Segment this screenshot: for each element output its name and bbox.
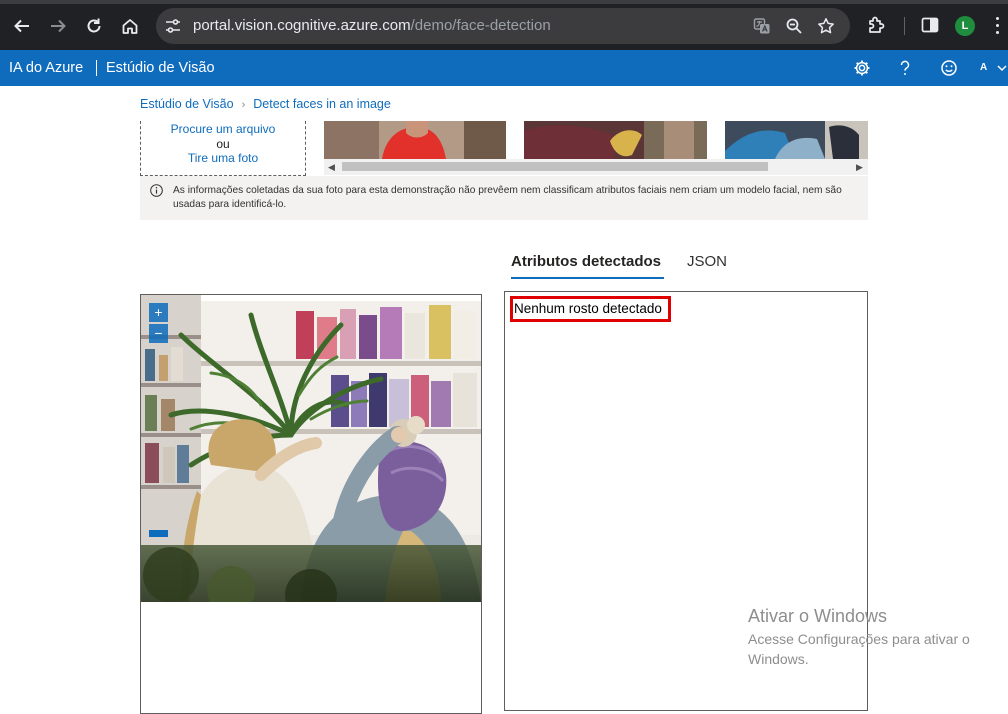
breadcrumb-item-detect-faces[interactable]: Detect faces in an image	[253, 97, 391, 111]
address-bar[interactable]: portal.vision.cognitive.azure.com/demo/f…	[156, 8, 850, 44]
forward-icon	[51, 19, 66, 33]
translate-icon[interactable]	[753, 17, 771, 35]
home-button[interactable]	[114, 10, 146, 42]
url-host: portal.vision.cognitive.azure.com	[193, 17, 411, 34]
smiley-icon[interactable]	[940, 59, 958, 77]
kebab-menu-icon[interactable]	[996, 17, 1000, 35]
zoom-in-button[interactable]: +	[149, 303, 168, 322]
reload-icon	[87, 18, 101, 33]
chevron-down-icon[interactable]	[996, 63, 1008, 73]
windows-activation-watermark: Ativar o Windows Acesse Configurações pa…	[748, 606, 993, 669]
privacy-notice-text: As informações coletadas da sua foto par…	[173, 185, 842, 210]
settings-icon[interactable]	[853, 59, 871, 77]
sample-image-3[interactable]	[725, 121, 868, 159]
product-name[interactable]: Estúdio de Visão	[106, 60, 215, 76]
browse-file-link[interactable]: Procure um arquivo	[141, 122, 305, 137]
side-panel-icon[interactable]	[920, 15, 940, 35]
site-settings-icon[interactable]	[164, 17, 182, 35]
extensions-icon[interactable]	[866, 15, 886, 35]
watermark-subtitle: Acesse Configurações para ativar o Windo…	[748, 631, 970, 667]
header-divider	[96, 60, 97, 76]
upload-or-label: ou	[216, 136, 230, 151]
scrollbar-thumb[interactable]	[342, 162, 768, 171]
active-tab-indicator	[511, 277, 664, 279]
zoom-slider-handle[interactable]	[149, 530, 168, 537]
url-text[interactable]: portal.vision.cognitive.azure.com/demo/f…	[193, 17, 551, 35]
sample-image-strip	[324, 121, 868, 159]
toolbar-separator	[904, 17, 905, 35]
reload-button[interactable]	[78, 10, 110, 42]
analyzed-photo	[141, 295, 481, 602]
scroll-left-icon[interactable]: ◀	[328, 162, 335, 172]
zoom-out-button[interactable]: −	[149, 324, 168, 343]
tab-strip-edge	[0, 0, 1008, 4]
bookmark-star-icon[interactable]	[817, 17, 835, 35]
app-header: IA do Azure Estúdio de Visão A	[0, 50, 1008, 86]
sample-strip-scrollbar[interactable]: ◀ ▶	[324, 159, 868, 175]
take-photo-link[interactable]: Tire uma foto	[141, 151, 305, 166]
back-icon	[14, 19, 29, 33]
tab-json[interactable]: JSON	[687, 253, 727, 271]
scroll-right-icon[interactable]: ▶	[856, 162, 863, 172]
url-path: /demo/face-detection	[410, 17, 551, 34]
profile-avatar[interactable]: L	[955, 16, 975, 36]
highlight-annotation-box	[510, 296, 671, 322]
back-button[interactable]	[6, 10, 38, 42]
breadcrumb-item-studio[interactable]: Estúdio de Visão	[140, 97, 234, 111]
breadcrumb: Estúdio de Visão › Detect faces in an imag…	[140, 96, 391, 113]
privacy-notice: As informações coletadas da sua foto par…	[140, 176, 868, 220]
upload-dropzone[interactable]: Procure um arquivo ou Tire uma foto	[140, 121, 306, 176]
sample-image-1[interactable]	[324, 121, 506, 159]
account-initial[interactable]: A	[980, 62, 987, 73]
sample-image-2[interactable]	[524, 121, 707, 159]
tab-detected-attributes[interactable]: Atributos detectados	[511, 253, 661, 271]
chevron-right-icon: ›	[241, 99, 246, 111]
home-icon	[122, 19, 138, 34]
watermark-title: Ativar o Windows	[748, 606, 888, 626]
brand-link[interactable]: IA do Azure	[9, 60, 83, 76]
forward-button[interactable]	[42, 10, 74, 42]
zoom-icon[interactable]	[785, 17, 803, 35]
browser-toolbar: portal.vision.cognitive.azure.com/demo/f…	[0, 0, 1008, 50]
help-icon[interactable]	[896, 59, 914, 77]
info-icon	[150, 184, 163, 197]
